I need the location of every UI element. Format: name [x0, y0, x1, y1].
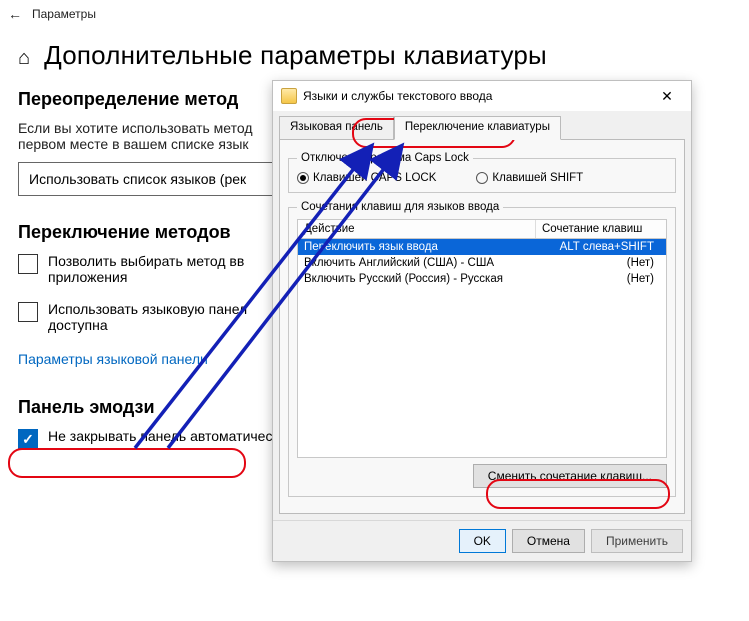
tab-language-bar[interactable]: Языковая панель [279, 116, 394, 140]
col-keys: Сочетание клавиш [536, 220, 666, 238]
hotkeys-legend: Сочетания клавиш для языков ввода [297, 201, 503, 213]
close-icon[interactable]: ✕ [651, 88, 683, 105]
keys-cell: (Нет) [530, 273, 660, 285]
checkbox-icon [18, 429, 38, 449]
caps-lock-group: Отключение режима Caps Lock Клавишей CAP… [288, 152, 676, 193]
dialog-tabs: Языковая панель Переключение клавиатуры [273, 111, 691, 139]
hotkeys-group: Сочетания клавиш для языков ввода Действ… [288, 201, 676, 497]
dialog-title: Языки и службы текстового ввода [303, 89, 651, 103]
radio-icon [297, 172, 309, 184]
col-action: Действие [298, 220, 536, 238]
list-item[interactable]: Переключить язык ввода ALT слева+SHIFT [298, 239, 666, 255]
radio-icon [476, 172, 488, 184]
tab-panel: Отключение режима Caps Lock Клавишей CAP… [279, 139, 685, 514]
action-cell: Включить Русский (Россия) - Русская [304, 273, 530, 285]
hotkeys-header: Действие Сочетание клавиш [297, 219, 667, 238]
radio-label: Клавишей SHIFT [492, 172, 583, 184]
apply-button[interactable]: Применить [591, 529, 683, 553]
change-key-sequence-button[interactable]: Сменить сочетание клавиш... [473, 464, 667, 488]
tab-keyboard-switching[interactable]: Переключение клавиатуры [394, 116, 561, 140]
checkbox-icon [18, 302, 38, 322]
keys-cell: ALT слева+SHIFT [530, 241, 660, 253]
default-input-method-dropdown[interactable]: Использовать список языков (рек [18, 162, 278, 196]
page-title: Дополнительные параметры клавиатуры [44, 40, 547, 71]
checkbox-icon [18, 254, 38, 274]
dialog-actions: OK Отмена Применить [273, 520, 691, 561]
ok-button[interactable]: OK [459, 529, 506, 553]
caps-lock-legend: Отключение режима Caps Lock [297, 152, 473, 164]
chk-label: Использовать языковую панел доступна [48, 301, 278, 333]
home-icon[interactable]: ⌂ [18, 48, 30, 68]
text-services-dialog: Языки и службы текстового ввода ✕ Языков… [272, 80, 692, 562]
radio-shift[interactable]: Клавишей SHIFT [476, 172, 583, 184]
action-cell: Переключить язык ввода [304, 241, 530, 253]
hotkeys-list[interactable]: Переключить язык ввода ALT слева+SHIFT В… [297, 238, 667, 458]
list-item[interactable]: Включить Английский (США) - США (Нет) [298, 255, 666, 271]
window-title: Параметры [32, 7, 96, 21]
cancel-button[interactable]: Отмена [512, 529, 585, 553]
back-icon[interactable]: ← [8, 6, 32, 22]
chk-label: Позволить выбирать метод вв приложения [48, 253, 278, 285]
action-cell: Включить Английский (США) - США [304, 257, 530, 269]
radio-capslock[interactable]: Клавишей CAPS LOCK [297, 172, 436, 184]
dropdown-value: Использовать список языков (рек [29, 171, 246, 187]
radio-label: Клавишей CAPS LOCK [313, 172, 436, 184]
window-titlebar: ← Параметры [0, 0, 749, 28]
dialog-titlebar[interactable]: Языки и службы текстового ввода ✕ [273, 81, 691, 111]
list-item[interactable]: Включить Русский (Россия) - Русская (Нет… [298, 271, 666, 287]
keyboard-icon [281, 88, 297, 104]
keys-cell: (Нет) [530, 257, 660, 269]
